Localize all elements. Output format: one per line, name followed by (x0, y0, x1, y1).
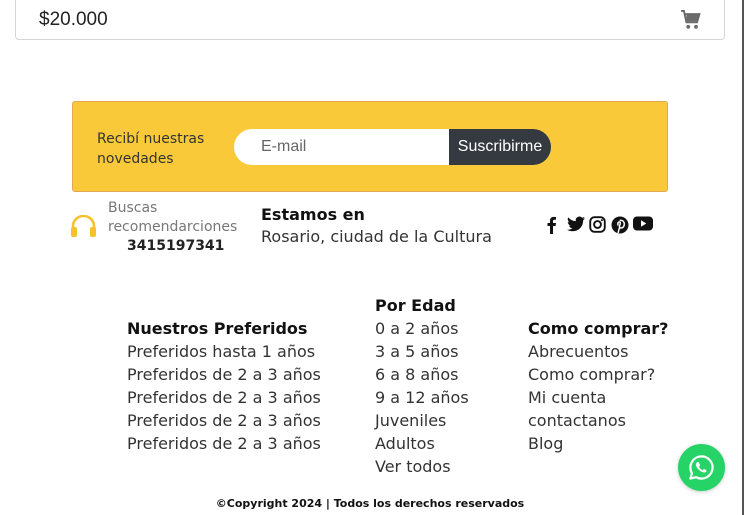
location-text: Rosario, ciudad de la Cultura (261, 227, 492, 246)
preferidos-link[interactable]: Preferidos hasta 1 años (127, 340, 321, 363)
twitter-icon[interactable] (567, 216, 585, 234)
subscribe-button[interactable]: Suscribirme (449, 129, 551, 165)
whatsapp-icon (689, 455, 714, 480)
pinterest-icon[interactable] (611, 216, 629, 234)
como-comprar-title: Como comprar? (528, 319, 669, 338)
newsletter-box: Recibí nuestras novedades Suscribirme (72, 101, 668, 192)
preferidos-column: Nuestros Preferidos Preferidos hasta 1 a… (127, 317, 321, 455)
contact-line2: recomendarciones (108, 219, 238, 235)
como-comprar-link[interactable]: Mi cuenta (528, 386, 668, 409)
preferidos-link[interactable]: Preferidos de 2 a 3 años (127, 432, 321, 455)
preferidos-title: Nuestros Preferidos (127, 319, 308, 338)
contact-line1: Buscas (108, 200, 158, 216)
youtube-icon[interactable] (633, 216, 653, 234)
headphones-icon (70, 214, 97, 237)
whatsapp-button[interactable] (678, 444, 725, 491)
por-edad-title: Por Edad (375, 296, 456, 315)
por-edad-link[interactable]: 9 a 12 años (375, 386, 469, 409)
facebook-icon[interactable] (545, 216, 563, 234)
contact-phone[interactable]: 3415197341 (127, 237, 224, 256)
por-edad-link[interactable]: 0 a 2 años (375, 317, 469, 340)
como-comprar-link[interactable]: contactanos (528, 409, 668, 432)
como-comprar-link[interactable]: Como comprar? (528, 363, 668, 386)
como-comprar-link[interactable]: Abrecuentos (528, 340, 668, 363)
como-comprar-link[interactable]: Blog (528, 432, 668, 455)
por-edad-link[interactable]: Ver todos (375, 455, 469, 478)
instagram-icon[interactable] (589, 216, 607, 234)
preferidos-link[interactable]: Preferidos de 2 a 3 años (127, 386, 321, 409)
product-card: $20.000 (15, 0, 725, 40)
email-input[interactable] (234, 129, 450, 165)
preferidos-link[interactable]: Preferidos de 2 a 3 años (127, 409, 321, 432)
copyright-text: ©Copyright 2024 | Todos los derechos res… (215, 497, 525, 510)
newsletter-label: Recibí nuestras novedades (97, 131, 205, 167)
cart-icon[interactable] (680, 9, 702, 30)
por-edad-link[interactable]: Adultos (375, 432, 469, 455)
como-comprar-column: Como comprar? Abrecuentos Como comprar? … (528, 317, 668, 455)
por-edad-column: Por Edad 0 a 2 años 3 a 5 años 6 a 8 año… (375, 294, 469, 478)
location-block: Estamos en Rosario, ciudad de la Cultura (261, 205, 492, 248)
location-title: Estamos en (261, 205, 365, 224)
por-edad-link[interactable]: 3 a 5 años (375, 340, 469, 363)
por-edad-link[interactable]: Juveniles (375, 409, 469, 432)
product-price: $20.000 (39, 9, 108, 30)
preferidos-link[interactable]: Preferidos de 2 a 3 años (127, 363, 321, 386)
social-links (545, 216, 653, 234)
por-edad-link[interactable]: 6 a 8 años (375, 363, 469, 386)
